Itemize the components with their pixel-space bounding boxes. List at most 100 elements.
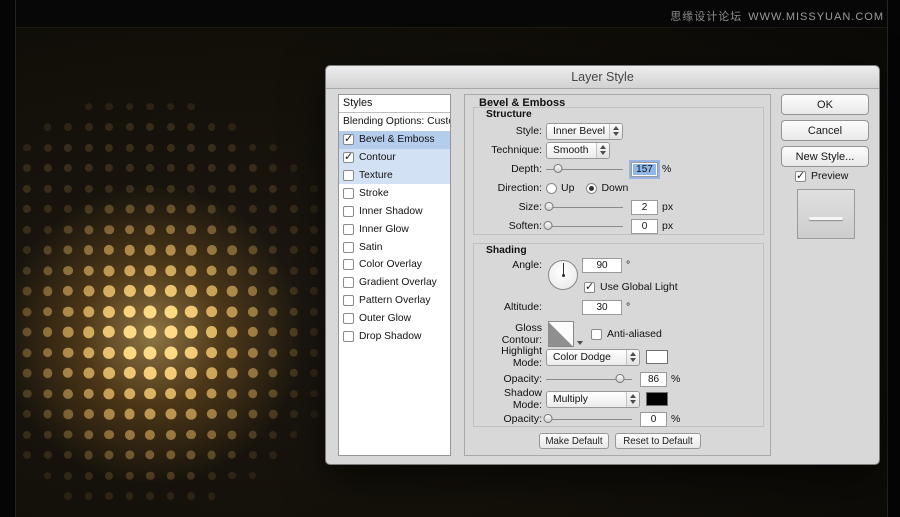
direction-up-radio[interactable] bbox=[546, 183, 557, 194]
dialog-titlebar[interactable]: Layer Style bbox=[326, 66, 879, 89]
styles-item-texture[interactable]: Texture bbox=[339, 167, 450, 185]
depth-value: 157 bbox=[633, 164, 656, 175]
highlight-opacity-slider[interactable] bbox=[546, 373, 632, 385]
styles-item-blending-options[interactable]: Blending Options: Custom bbox=[339, 113, 450, 131]
styles-item-outer-glow[interactable]: Outer Glow bbox=[339, 310, 450, 328]
slider-track bbox=[546, 207, 623, 208]
highlight-opacity-field[interactable]: 86 bbox=[640, 372, 667, 387]
shadow-opacity-label: Opacity: bbox=[474, 413, 546, 425]
styles-item-contour[interactable]: Contour bbox=[339, 149, 450, 167]
styles-item-bevel-emboss[interactable]: Bevel & Emboss bbox=[339, 131, 450, 149]
style-item-label: Texture bbox=[359, 170, 393, 181]
gloss-contour-thumbnail[interactable] bbox=[548, 321, 574, 347]
styles-item-stroke[interactable]: Stroke bbox=[339, 184, 450, 202]
preview-checkbox[interactable] bbox=[795, 171, 806, 182]
highlight-opacity-thumb[interactable] bbox=[615, 374, 624, 383]
stroke-checkbox[interactable] bbox=[343, 188, 354, 199]
styles-item-inner-shadow[interactable]: Inner Shadow bbox=[339, 202, 450, 220]
size-label: Size: bbox=[474, 201, 546, 213]
styles-item-pattern-overlay[interactable]: Pattern Overlay bbox=[339, 292, 450, 310]
styles-header-label: Styles bbox=[343, 97, 372, 109]
styles-item-drop-shadow[interactable]: Drop Shadow bbox=[339, 328, 450, 346]
slider-track bbox=[546, 226, 623, 227]
preview-label: Preview bbox=[811, 170, 848, 182]
structure-group: Structure Style: Inner Bevel Technique: … bbox=[473, 107, 764, 235]
use-global-light-checkbox[interactable] bbox=[584, 282, 595, 293]
make-default-button[interactable]: Make Default bbox=[539, 433, 609, 449]
reset-to-default-button[interactable]: Reset to Default bbox=[615, 433, 701, 449]
size-slider[interactable] bbox=[546, 201, 623, 213]
shading-title: Shading bbox=[486, 245, 527, 256]
bevel-emboss-checkbox[interactable] bbox=[343, 134, 354, 145]
shadow-mode-select[interactable]: Multiply bbox=[546, 391, 640, 408]
depth-label: Depth: bbox=[474, 163, 546, 175]
shadow-opacity-unit: % bbox=[671, 413, 680, 425]
shadow-opacity-thumb[interactable] bbox=[543, 414, 552, 423]
styles-item-gradient-overlay[interactable]: Gradient Overlay bbox=[339, 274, 450, 292]
style-item-label: Bevel & Emboss bbox=[359, 134, 435, 145]
shadow-mode-value: Multiply bbox=[553, 394, 626, 405]
satin-checkbox[interactable] bbox=[343, 242, 354, 253]
styles-item-color-overlay[interactable]: Color Overlay bbox=[339, 256, 450, 274]
angle-label: Angle: bbox=[474, 259, 546, 271]
technique-label: Technique: bbox=[474, 144, 546, 156]
soften-unit: px bbox=[662, 220, 673, 232]
soften-slider[interactable] bbox=[546, 220, 623, 232]
layer-style-dialog: Layer Style Styles Blending Options: Cus… bbox=[325, 65, 880, 465]
direction-down-radio[interactable] bbox=[586, 183, 597, 194]
shadow-color-swatch[interactable] bbox=[646, 392, 668, 406]
action-column: OK Cancel New Style... Preview bbox=[781, 94, 869, 456]
gradient-overlay-checkbox[interactable] bbox=[343, 277, 354, 288]
pattern-overlay-checkbox[interactable] bbox=[343, 295, 354, 306]
highlight-mode-select[interactable]: Color Dodge bbox=[546, 349, 640, 366]
new-style-button[interactable]: New Style... bbox=[781, 146, 869, 167]
size-value: 2 bbox=[642, 202, 648, 213]
size-slider-thumb[interactable] bbox=[545, 202, 554, 211]
color-overlay-checkbox[interactable] bbox=[343, 259, 354, 270]
technique-select-value: Smooth bbox=[553, 145, 596, 156]
watermark: 思缘设计论坛WWW.MISSYUAN.COM bbox=[670, 8, 884, 24]
styles-item-inner-glow[interactable]: Inner Glow bbox=[339, 220, 450, 238]
contour-checkbox[interactable] bbox=[343, 152, 354, 163]
inner-glow-checkbox[interactable] bbox=[343, 224, 354, 235]
cancel-button[interactable]: Cancel bbox=[781, 120, 869, 141]
gloss-contour-label: Gloss Contour: bbox=[474, 322, 546, 346]
shadow-opacity-field[interactable]: 0 bbox=[640, 412, 667, 427]
technique-select[interactable]: Smooth bbox=[546, 142, 610, 159]
drop-shadow-checkbox[interactable] bbox=[343, 331, 354, 342]
style-item-label: Inner Glow bbox=[359, 224, 409, 235]
texture-checkbox[interactable] bbox=[343, 170, 354, 181]
select-arrows-icon bbox=[596, 143, 609, 158]
altitude-field[interactable]: 30 bbox=[582, 300, 622, 315]
size-field[interactable]: 2 bbox=[631, 200, 658, 215]
shadow-opacity-value: 0 bbox=[651, 414, 657, 425]
altitude-unit: ° bbox=[626, 301, 630, 313]
angle-unit: ° bbox=[626, 259, 630, 271]
style-select[interactable]: Inner Bevel bbox=[546, 123, 623, 140]
select-arrows-icon bbox=[626, 350, 639, 365]
watermark-cn: 思缘设计论坛 bbox=[670, 11, 742, 23]
contour-picker-arrow-icon[interactable] bbox=[574, 321, 585, 347]
highlight-mode-label: Highlight Mode: bbox=[474, 345, 546, 369]
preview-thumbnail bbox=[797, 189, 855, 239]
angle-value: 90 bbox=[596, 260, 607, 271]
direction-label: Direction: bbox=[474, 182, 546, 194]
soften-field[interactable]: 0 bbox=[631, 219, 658, 234]
style-item-label: Pattern Overlay bbox=[359, 295, 431, 306]
depth-field[interactable]: 157 bbox=[631, 162, 658, 177]
select-arrows-icon bbox=[626, 392, 639, 407]
styles-item-satin[interactable]: Satin bbox=[339, 238, 450, 256]
depth-slider[interactable] bbox=[546, 163, 623, 175]
outer-glow-checkbox[interactable] bbox=[343, 313, 354, 324]
inner-shadow-checkbox[interactable] bbox=[343, 206, 354, 217]
depth-slider-thumb[interactable] bbox=[554, 164, 563, 173]
direction-down-label: Down bbox=[601, 182, 628, 194]
shadow-opacity-slider[interactable] bbox=[546, 413, 632, 425]
highlight-color-swatch[interactable] bbox=[646, 350, 668, 364]
anti-aliased-checkbox[interactable] bbox=[591, 329, 602, 340]
styles-header: Styles bbox=[339, 95, 450, 113]
soften-slider-thumb[interactable] bbox=[543, 221, 552, 230]
angle-field[interactable]: 90 bbox=[582, 258, 622, 273]
highlight-opacity-label: Opacity: bbox=[474, 373, 546, 385]
ok-button[interactable]: OK bbox=[781, 94, 869, 115]
